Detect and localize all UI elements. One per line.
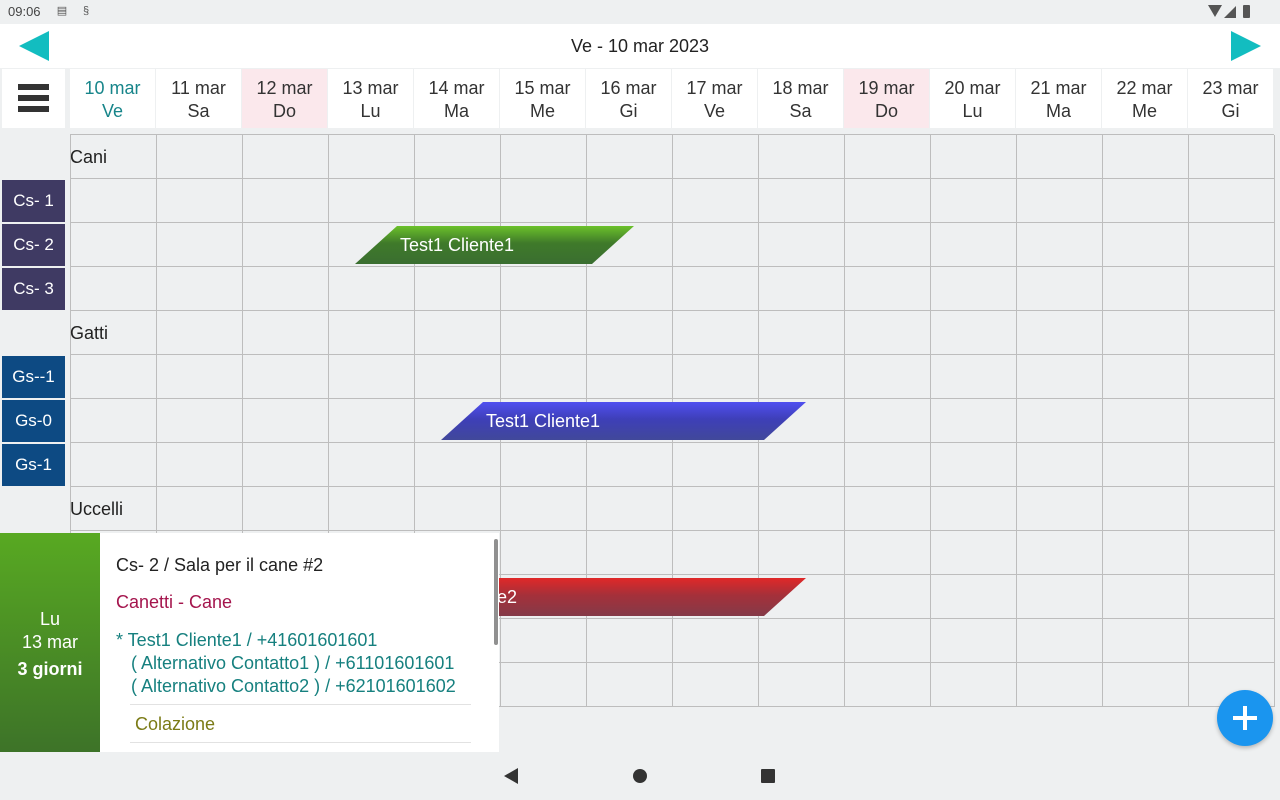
date-cell[interactable]: 17 mar Ve [672,69,757,128]
weekday-label: Lu [962,101,983,121]
plus-icon[interactable] [1217,690,1273,746]
group-label-gatti: Gatti [70,323,109,343]
weekday-label: Me [1131,101,1157,121]
popup-contact[interactable]: ( Alternativo Contatto1 ) / +61101601601 [131,653,454,674]
popup-room: Cs- 2 / Sala per il cane #2 [116,555,324,575]
weekday-label: Gi [619,101,638,121]
status-bar: 09:06 ▤ § [0,0,1280,24]
date-cell[interactable]: 20 mar Lu [930,69,1015,128]
booking-label: Test1 Cliente1 [400,235,515,255]
popup-day: Lu [39,609,61,629]
date-cell[interactable]: 15 mar Me [500,69,585,128]
date-cell[interactable]: 18 mar Sa [758,69,843,128]
system-nav-bar [0,752,1280,800]
booking-date-panel: Lu 13 mar 3 giorni [0,533,100,752]
page-title: Ve - 10 mar 2023 [570,36,710,56]
sync-icon: § [82,5,90,17]
room-button[interactable]: Gs-1 [2,444,65,486]
divider [130,704,471,705]
date-label: 23 mar [1202,78,1259,98]
date-label: 16 mar [600,78,657,98]
popup-service: Colazione [135,714,216,734]
room-button[interactable]: Cs- 1 [2,180,65,222]
popup-scrollbar[interactable] [494,539,498,645]
date-label: 17 mar [686,78,743,98]
popup-date: 13 mar [21,632,79,652]
date-label: 10 mar [84,78,141,98]
date-label: 15 mar [514,78,571,98]
date-label: 21 mar [1030,78,1087,98]
weekday-label: Gi [1221,101,1240,121]
date-label: 13 mar [342,78,399,98]
date-label: 14 mar [428,78,485,98]
date-label: 20 mar [944,78,1001,98]
booking-bar[interactable]: Test1 Cliente1 [441,402,806,440]
room-button[interactable]: Cs- 2 [2,224,65,266]
weekday-label: Me [529,101,555,121]
booking-label: Test1 Cliente1 [486,411,601,431]
popup-contact[interactable]: ( Alternativo Contatto2 ) / +62101601602 [131,676,456,697]
popup-duration: 3 giorni [17,659,83,679]
weekday-label: Ma [443,101,469,121]
weekday-label: Ma [1045,101,1071,121]
date-label: 12 mar [256,78,313,98]
date-cell[interactable]: 12 mar Do [242,69,327,128]
room-button[interactable]: Gs--1 [2,356,65,398]
date-label: 19 mar [858,78,915,98]
date-cell[interactable]: 13 mar Lu [328,69,413,128]
battery-icon [1243,5,1250,18]
weekday-label: Ve [703,101,726,121]
back-icon[interactable] [504,768,518,784]
weekday-label: Do [874,101,898,121]
room-button[interactable]: Cs- 3 [2,268,65,310]
date-cell[interactable]: 10 mar Ve [70,69,155,128]
weekday-label: Do [272,101,296,121]
booking-bar[interactable]: Test1 Cliente1 [355,226,634,264]
message-icon: ▤ [56,5,68,17]
booking-detail-popup[interactable]: Lu 13 mar 3 giorni Cs- 2 / Sala per il c… [0,533,499,752]
date-cell[interactable]: 11 mar Sa [156,69,241,128]
date-label: 22 mar [1116,78,1173,98]
date-label: 11 mar [171,78,226,98]
date-cell[interactable]: 22 mar Me [1102,69,1187,128]
wifi-icon [1208,5,1222,17]
arrow-right-icon[interactable] [1231,31,1261,61]
divider [130,742,471,743]
home-icon[interactable] [633,769,647,783]
date-label: 18 mar [772,78,829,98]
recent-apps-icon[interactable] [761,769,775,783]
group-label-cani: Cani [70,147,108,167]
date-header: Ve - 10 mar 2023 [0,24,1280,68]
date-cell[interactable]: 14 mar Ma [414,69,499,128]
weekday-label: Sa [789,101,812,121]
signal-icon [1224,6,1236,18]
date-cell[interactable]: 16 mar Gi [586,69,671,128]
date-cell[interactable]: 23 mar Gi [1188,69,1273,128]
status-time: 09:06 [8,4,41,19]
weekday-label: Sa [187,101,210,121]
date-cell[interactable]: 21 mar Ma [1016,69,1101,128]
booking-label: e2 [497,587,518,607]
weekday-label: Ve [101,101,124,121]
hamburger-menu-icon[interactable] [2,69,65,128]
room-button[interactable]: Gs-0 [2,400,65,442]
date-cell[interactable]: 19 mar Do [844,69,929,128]
weekday-label: Lu [360,101,381,121]
popup-contact[interactable]: * Test1 Cliente1 / +41601601601 [116,630,377,651]
popup-pet-type: Canetti - Cane [116,592,233,612]
group-label-uccelli: Uccelli [70,499,124,519]
